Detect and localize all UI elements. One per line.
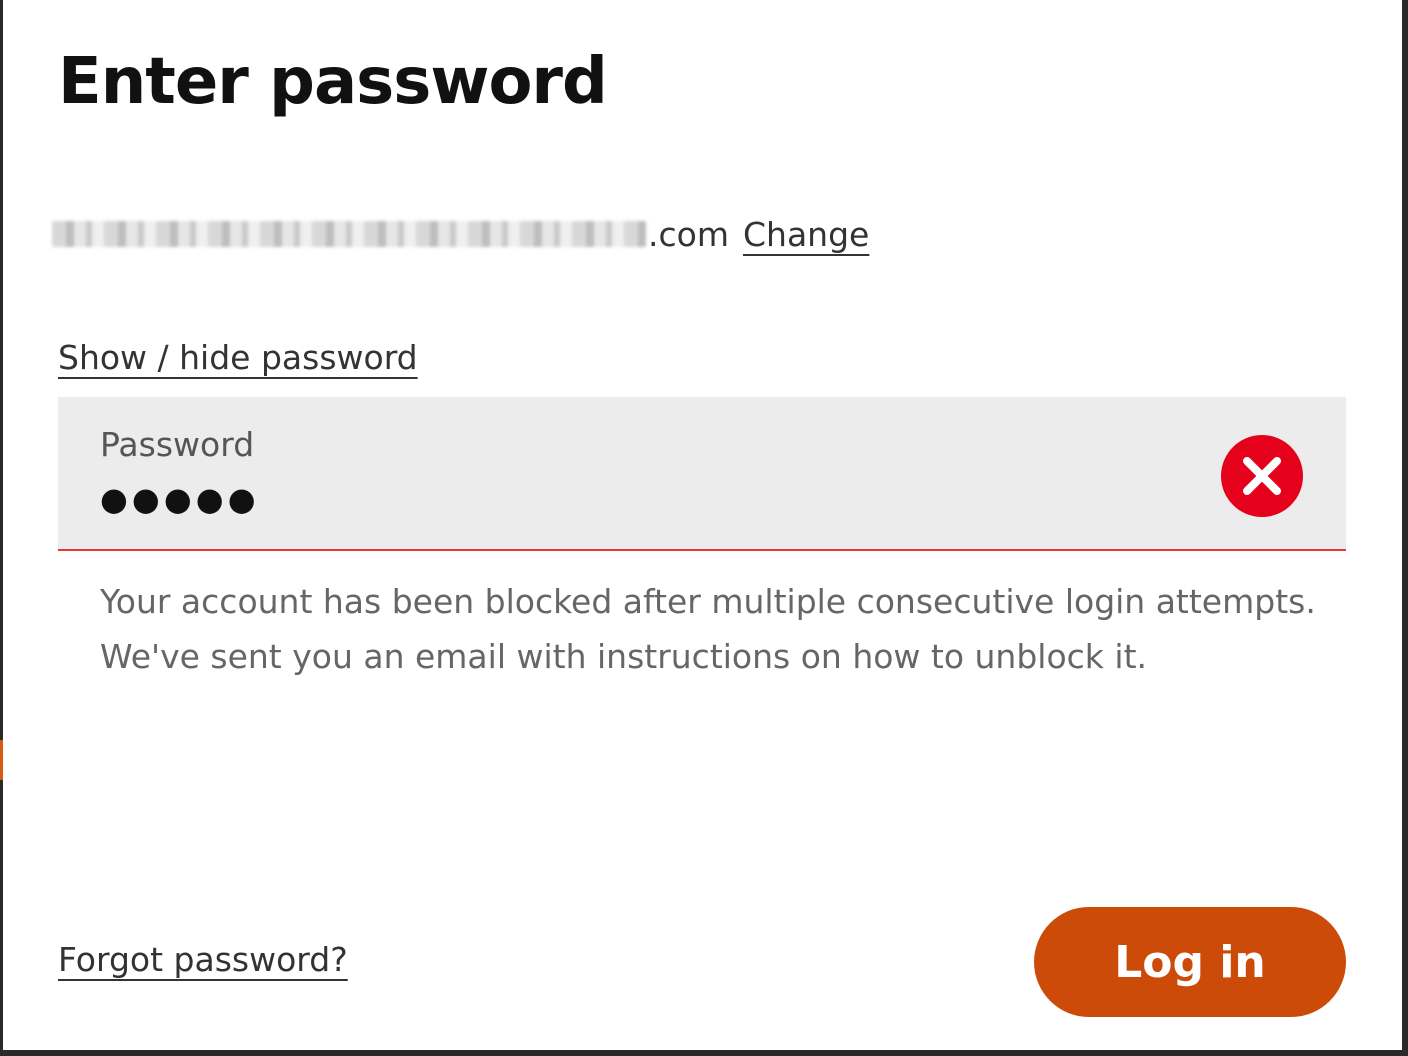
password-field-label: Password <box>100 425 255 464</box>
edge-accent <box>0 740 3 780</box>
password-input[interactable]: ●●●●● <box>100 483 260 515</box>
change-email-link[interactable]: Change <box>743 215 869 254</box>
email-domain-suffix: .com <box>648 214 729 254</box>
page-title: Enter password <box>58 45 608 119</box>
account-email-row: .com Change <box>52 212 869 256</box>
forgot-password-link[interactable]: Forgot password? <box>58 940 348 979</box>
redacted-email-blur <box>52 221 646 247</box>
password-field[interactable]: Password ●●●●● <box>58 397 1346 551</box>
error-x-circle-icon <box>1221 435 1303 517</box>
password-error-message: Your account has been blocked after mult… <box>100 582 1316 676</box>
show-hide-password-link[interactable]: Show / hide password <box>58 338 418 377</box>
login-button[interactable]: Log in <box>1034 907 1346 1017</box>
